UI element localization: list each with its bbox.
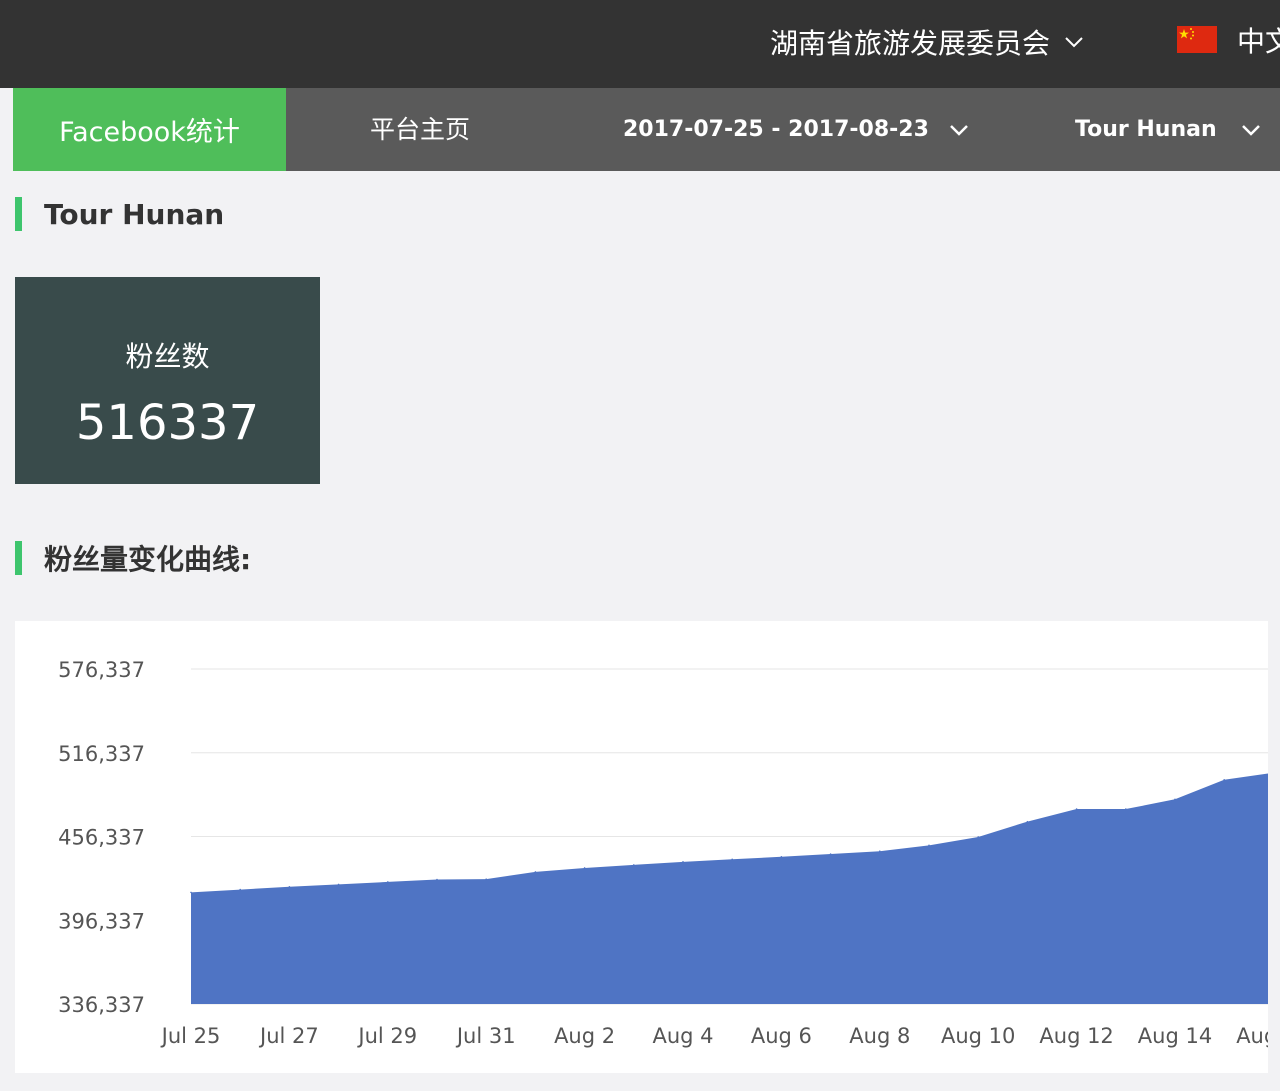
data-point [1026, 820, 1029, 823]
data-point [1223, 778, 1225, 781]
x-tick-label: Jul 27 [258, 1024, 319, 1048]
account-selector[interactable]: Tour Hunan [1075, 88, 1261, 171]
x-tick-label: Aug 8 [849, 1024, 910, 1048]
chevron-down-icon [1065, 37, 1083, 48]
y-tick-label: 516,337 [58, 742, 145, 766]
fans-count-card: 粉丝数 516337 [15, 277, 320, 484]
fans-count-value: 516337 [75, 395, 260, 451]
y-tick-label: 456,337 [58, 826, 145, 850]
data-point [928, 844, 930, 847]
x-tick-label: Aug 16 [1236, 1024, 1268, 1048]
data-point [1174, 798, 1176, 801]
org-name: 湖南省旅游发展委员会 [770, 27, 1051, 60]
x-tick-label: Aug 6 [751, 1024, 812, 1048]
data-point [485, 878, 488, 880]
data-point [583, 867, 586, 869]
fans-count-label: 粉丝数 [125, 340, 210, 373]
fans-chart-panel: 576,337 516,337 456,337 396,337 336,337 Jul 2… [15, 621, 1268, 1073]
x-tick-label: Aug 12 [1039, 1024, 1113, 1048]
x-tick-label: Aug 10 [941, 1024, 1015, 1048]
x-tick-label: Aug 14 [1138, 1024, 1212, 1048]
date-range-label: 2017-07-25 - 2017-08-23 [623, 117, 929, 142]
curve-section-title: 粉丝量变化曲线: [15, 541, 252, 576]
data-point [1075, 808, 1078, 810]
data-point [436, 878, 438, 881]
chevron-down-icon [950, 124, 968, 136]
y-tick-label: 336,337 [58, 993, 145, 1017]
chevron-down-icon [1241, 124, 1260, 136]
x-tick-label: Jul 29 [356, 1024, 417, 1048]
data-point [387, 881, 389, 883]
section-accent-bar [15, 197, 22, 231]
section-accent-bar [15, 541, 22, 575]
y-tick-label: 396,337 [58, 909, 145, 933]
data-point [1125, 808, 1127, 810]
data-point [829, 853, 832, 855]
nav-bar: Facebook统计 平台主页 2017-07-25 - 2017-08-23 … [13, 88, 1280, 171]
account-label: Tour Hunan [1075, 117, 1217, 142]
data-point [633, 864, 635, 866]
fans-area-series [191, 773, 1268, 1004]
fans-area-chart: 576,337 516,337 456,337 396,337 336,337 Jul 2… [58, 658, 1268, 1048]
date-range-picker[interactable]: 2017-07-25 - 2017-08-23 [623, 88, 969, 171]
data-point [780, 855, 783, 858]
data-point [731, 858, 733, 861]
x-tick-label: Aug 4 [652, 1024, 713, 1048]
data-point [239, 888, 241, 891]
data-point [288, 886, 291, 888]
data-point [337, 883, 340, 886]
data-point [534, 871, 537, 873]
curve-title-text: 粉丝量变化曲线: [44, 543, 252, 576]
x-tick-label: Jul 25 [160, 1024, 221, 1048]
china-flag-icon[interactable] [1177, 26, 1217, 53]
tab-platform-home[interactable]: 平台主页 [370, 88, 470, 171]
tab-facebook-stats[interactable]: Facebook统计 [13, 88, 286, 171]
data-point [190, 891, 192, 894]
data-point [977, 836, 979, 838]
y-tick-label: 576,337 [58, 658, 145, 682]
x-tick-label: Jul 31 [455, 1024, 516, 1048]
x-tick-label: Aug 2 [554, 1024, 615, 1048]
top-bar: 湖南省旅游发展委员会 中文 [0, 0, 1280, 88]
data-point [879, 850, 881, 853]
data-point [682, 861, 684, 863]
page-title-text: Tour Hunan [44, 197, 225, 231]
page-title: Tour Hunan [15, 197, 224, 231]
org-selector[interactable]: 湖南省旅游发展委员会 [770, 20, 1084, 64]
language-selector[interactable]: 中文 [1237, 20, 1280, 64]
